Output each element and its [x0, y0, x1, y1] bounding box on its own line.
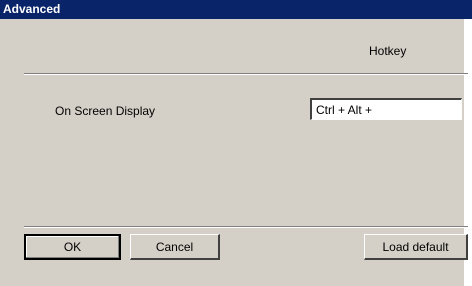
load-default-button[interactable]: Load default — [364, 234, 468, 260]
dialog-title[interactable]: Advanced — [0, 0, 472, 19]
hotkey-column-header: Hotkey — [369, 44, 407, 58]
on-screen-display-label: On Screen Display — [55, 104, 156, 118]
cancel-button[interactable]: Cancel — [130, 234, 220, 260]
header-divider — [24, 73, 468, 75]
on-screen-display-hotkey-field[interactable] — [310, 98, 462, 120]
footer-divider — [24, 226, 468, 228]
advanced-dialog: Advanced Hotkey On Screen Display OK Can… — [0, 0, 472, 286]
ok-button[interactable]: OK — [24, 234, 121, 260]
